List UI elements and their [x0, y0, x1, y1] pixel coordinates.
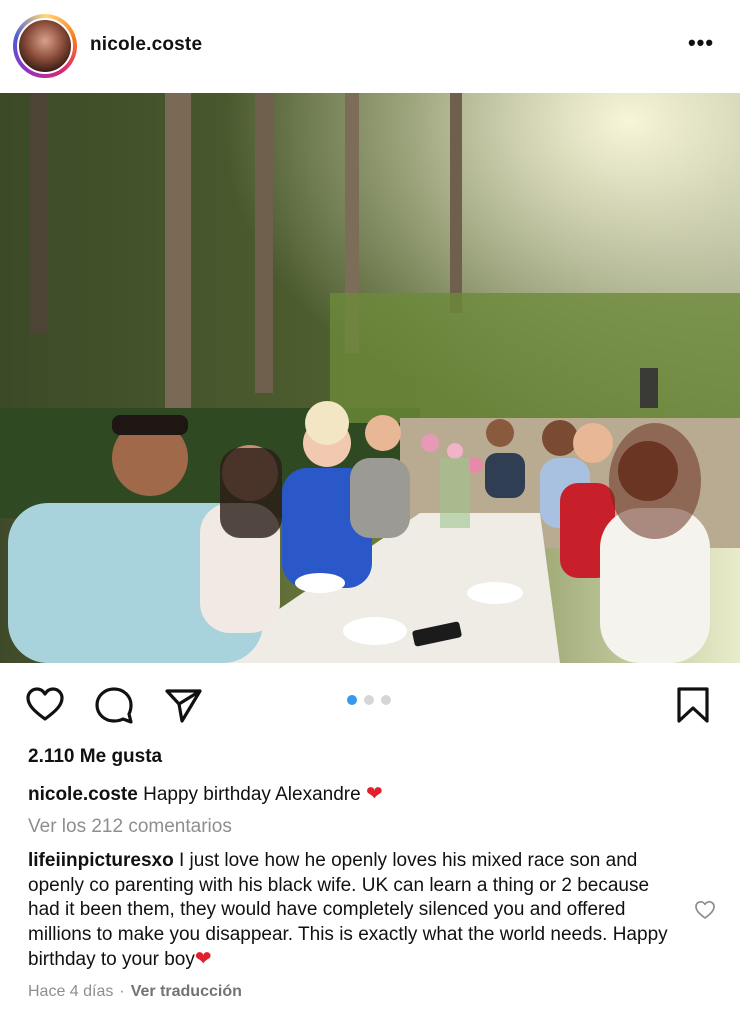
- share-icon[interactable]: [162, 684, 204, 726]
- like-count[interactable]: 2.110 Me gusta: [28, 746, 162, 768]
- heart-emoji: ❤: [194, 948, 212, 971]
- carousel-dot: [381, 695, 391, 705]
- post-username[interactable]: nicole.coste: [90, 34, 202, 56]
- comment-username[interactable]: lifeiinpicturesxo: [28, 850, 174, 871]
- post-caption: nicole.coste Happy birthday Alexandre ❤: [28, 781, 383, 806]
- comment-icon[interactable]: [93, 684, 135, 726]
- avatar[interactable]: [17, 18, 73, 74]
- comment-time: Hace 4 días: [28, 983, 114, 1000]
- caption-text: Happy birthday Alexandre: [143, 784, 361, 805]
- heart-outline-icon[interactable]: [694, 899, 716, 921]
- heart-emoji: ❤: [365, 783, 383, 805]
- post-header: nicole.coste •••: [0, 0, 740, 93]
- post-photo[interactable]: [0, 93, 740, 663]
- carousel-dot-active: [347, 695, 357, 705]
- bookmark-icon[interactable]: [672, 684, 714, 726]
- caption-username[interactable]: nicole.coste: [28, 784, 138, 805]
- comment-meta: Hace 4 días · Ver traducción: [28, 983, 242, 1001]
- more-icon[interactable]: •••: [686, 32, 716, 56]
- comment: lifeiinpicturesxo I just love how he ope…: [28, 849, 678, 973]
- meta-separator: ·: [119, 983, 125, 1000]
- story-ring[interactable]: [13, 14, 77, 78]
- heart-icon[interactable]: [24, 684, 66, 726]
- carousel-indicator: [347, 695, 397, 707]
- translate-link[interactable]: Ver traducción: [131, 983, 242, 1000]
- view-comments-link[interactable]: Ver los 212 comentarios: [28, 816, 232, 838]
- carousel-dot: [364, 695, 374, 705]
- photo-illustration: [0, 93, 740, 663]
